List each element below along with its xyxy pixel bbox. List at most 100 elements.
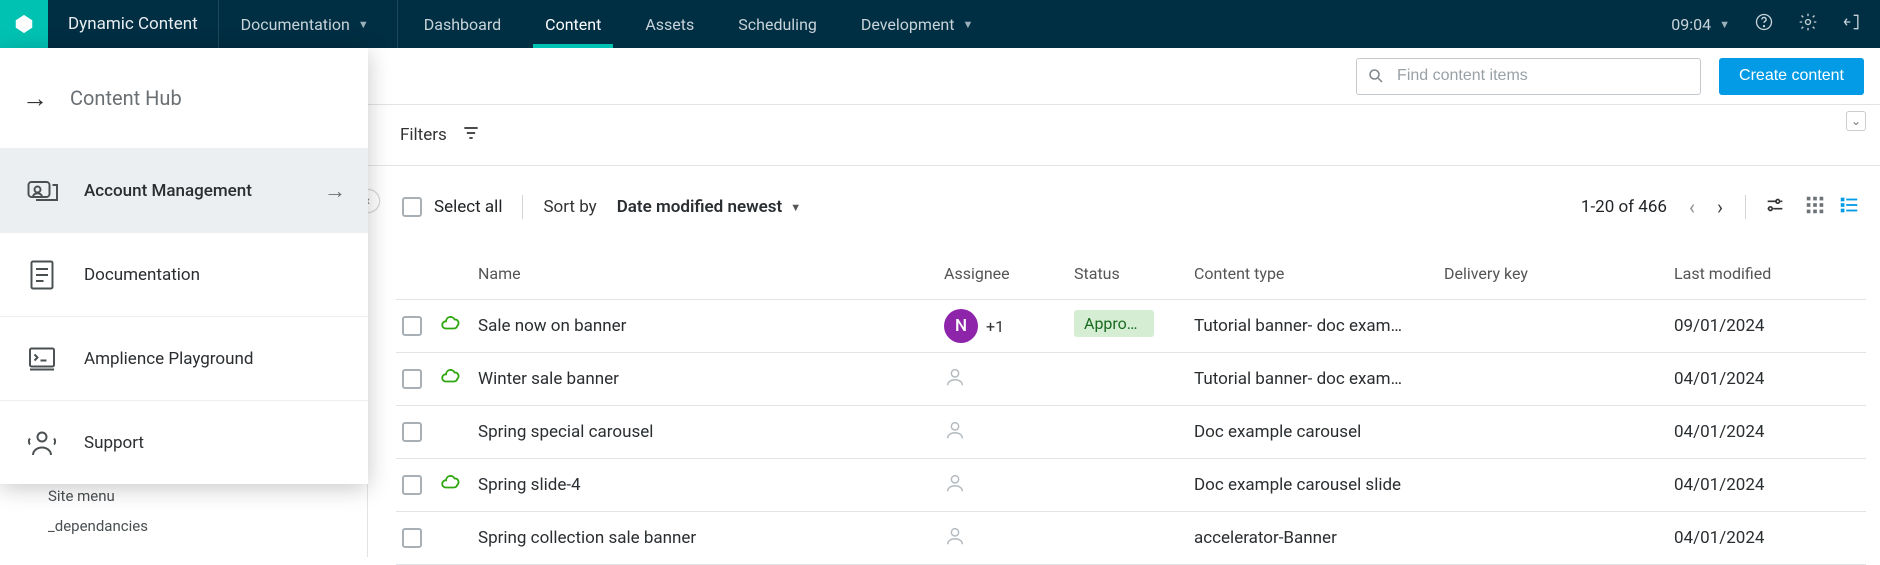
- search-icon: [1367, 67, 1385, 85]
- logo-tile[interactable]: [0, 0, 48, 48]
- prev-page-button[interactable]: ‹: [1685, 195, 1699, 219]
- th-name[interactable]: Name: [478, 264, 944, 283]
- list-view-button[interactable]: [1838, 194, 1860, 221]
- th-status[interactable]: Status: [1074, 264, 1194, 283]
- th-delivery-key[interactable]: Delivery key: [1444, 264, 1674, 283]
- search-input[interactable]: [1395, 66, 1690, 86]
- header-right: 09:04 ▼: [1671, 0, 1880, 48]
- nav-scheduling[interactable]: Scheduling: [716, 0, 839, 48]
- assignee-cell[interactable]: [944, 419, 1074, 446]
- sort-dropdown[interactable]: Date modified newest ▼: [617, 197, 801, 217]
- dropdown-item-icon: [22, 341, 62, 377]
- row-content-type: Doc example carousel: [1194, 422, 1404, 442]
- tree-item-site-menu[interactable]: Site menu: [12, 481, 355, 511]
- table-row[interactable]: Winter sale banner Tutorial banner- doc e…: [396, 353, 1866, 406]
- row-name: Spring collection sale banner: [478, 528, 944, 548]
- person-icon: [944, 525, 966, 552]
- row-last-modified: 04/01/2024: [1674, 422, 1854, 442]
- status-badge: Approv…: [1074, 310, 1154, 337]
- table-row[interactable]: Spring slide-4Doc example carousel slide…: [396, 459, 1866, 512]
- dropdown-item-icon: [22, 257, 62, 293]
- table-row[interactable]: Spring special carousel Doc example carou…: [396, 406, 1866, 459]
- nav-development[interactable]: Development ▼: [839, 0, 996, 48]
- row-content-type: accelerator-Banner: [1194, 528, 1404, 548]
- nav-label: Development: [861, 15, 955, 34]
- row-status: Approv…: [1074, 310, 1194, 342]
- nav-label: Documentation: [241, 15, 350, 34]
- dropdown-item-label: Amplience Playground: [84, 349, 253, 369]
- divider: [522, 195, 523, 219]
- nav-assets[interactable]: Assets: [623, 0, 716, 48]
- top-nav: Documentation ▼ Dashboard Content Assets…: [219, 0, 996, 48]
- tree-item-dependancies[interactable]: _dependancies: [12, 511, 355, 541]
- assignee-cell[interactable]: [944, 472, 1074, 499]
- table-header-row: Name Assignee Status Content type Delive…: [396, 248, 1866, 300]
- select-all-checkbox[interactable]: [402, 197, 422, 217]
- row-name: Spring special carousel: [478, 422, 944, 442]
- content-table: Name Assignee Status Content type Delive…: [396, 248, 1866, 565]
- person-icon: [944, 419, 966, 446]
- row-last-modified: 09/01/2024: [1674, 316, 1854, 336]
- row-name: Spring slide-4: [478, 475, 944, 495]
- sort-by-label: Sort by: [543, 197, 596, 217]
- sort-value-text: Date modified newest: [617, 197, 783, 217]
- clock[interactable]: 09:04 ▼: [1671, 15, 1730, 34]
- row-checkbox[interactable]: [402, 316, 422, 336]
- dropdown-item[interactable]: Amplience Playground: [0, 316, 368, 400]
- nav-documentation[interactable]: Documentation ▼: [219, 0, 398, 48]
- dropdown-item[interactable]: Documentation: [0, 232, 368, 316]
- chevron-down-icon: ▼: [790, 201, 801, 214]
- filters-row: Filters ⌄: [396, 105, 1866, 165]
- grid-view-button[interactable]: [1804, 194, 1826, 221]
- dropdown-title: Content Hub: [70, 86, 182, 110]
- gear-icon[interactable]: [1798, 12, 1818, 36]
- row-last-modified: 04/01/2024: [1674, 528, 1854, 548]
- nav-dashboard[interactable]: Dashboard: [402, 0, 523, 48]
- assignee-cell[interactable]: [944, 525, 1074, 552]
- th-assignee[interactable]: Assignee: [944, 264, 1074, 283]
- filter-icon[interactable]: [461, 123, 481, 148]
- assignee-cell[interactable]: [944, 366, 1074, 393]
- arrow-right-icon: →: [22, 83, 48, 114]
- create-content-button[interactable]: Create content: [1719, 58, 1864, 95]
- row-content-type: Tutorial banner- doc exam…: [1194, 369, 1404, 389]
- select-all[interactable]: Select all: [402, 197, 502, 217]
- logout-icon[interactable]: [1842, 12, 1862, 36]
- select-all-label: Select all: [434, 197, 502, 217]
- row-name: Winter sale banner: [478, 369, 944, 389]
- arrow-right-icon: →: [324, 178, 346, 204]
- pager: ‹ ›: [1685, 195, 1727, 219]
- row-content-type: Tutorial banner- doc exam…: [1194, 316, 1404, 336]
- dropdown-item[interactable]: Support: [0, 400, 368, 484]
- product-name: Dynamic Content: [48, 0, 219, 48]
- dropdown-item-icon: [22, 425, 62, 461]
- next-page-button[interactable]: ›: [1713, 195, 1727, 219]
- help-icon[interactable]: [1754, 12, 1774, 36]
- row-checkbox[interactable]: [402, 422, 422, 442]
- table-row[interactable]: Sale now on bannerN+1Approv…Tutorial ban…: [396, 300, 1866, 353]
- assignee-cell[interactable]: N+1: [944, 309, 1074, 343]
- dropdown-item[interactable]: Account Management→: [0, 148, 368, 232]
- row-checkbox[interactable]: [402, 475, 422, 495]
- toolbar: Select all Sort by Date modified newest …: [396, 166, 1866, 248]
- search-box[interactable]: [1356, 58, 1701, 95]
- nav-content[interactable]: Content: [523, 0, 623, 48]
- content-panel: ‹ Filters ⌄ Select all Sort by Date modi…: [368, 105, 1880, 557]
- filters-label[interactable]: Filters: [400, 125, 447, 145]
- page-range: 1-20 of 466: [1581, 197, 1667, 217]
- toolbar-right: 1-20 of 466 ‹ ›: [1581, 194, 1860, 221]
- collapse-filters-button[interactable]: ⌄: [1846, 111, 1866, 131]
- cloud-published-icon: [440, 474, 478, 497]
- table-row[interactable]: Spring collection sale banner accelerator…: [396, 512, 1866, 565]
- th-last-modified[interactable]: Last modified: [1674, 264, 1854, 283]
- chevron-down-icon: ▼: [963, 18, 974, 31]
- row-checkbox[interactable]: [402, 369, 422, 389]
- row-checkbox[interactable]: [402, 528, 422, 548]
- th-content-type[interactable]: Content type: [1194, 264, 1444, 283]
- subheader-actions: Create content: [1356, 58, 1864, 95]
- chevron-down-icon: ▼: [358, 18, 369, 31]
- settings-sliders-icon[interactable]: [1764, 194, 1786, 221]
- person-icon: [944, 366, 966, 393]
- row-last-modified: 04/01/2024: [1674, 475, 1854, 495]
- dropdown-item-icon: [22, 173, 62, 209]
